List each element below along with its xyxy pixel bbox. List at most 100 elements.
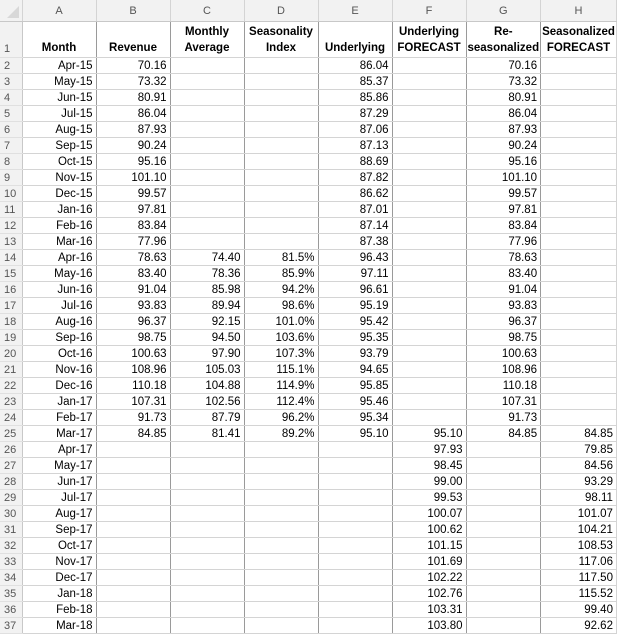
cell-seasonalized-forecast[interactable]: 104.21 (540, 521, 617, 538)
cell-reseasonalized[interactable] (466, 441, 542, 458)
cell-monthly-average[interactable] (170, 89, 245, 106)
cell-underlying-forecast[interactable]: 102.22 (392, 569, 467, 586)
row-number[interactable]: 6 (0, 121, 23, 138)
cell-monthly-average[interactable] (170, 121, 245, 138)
row-number[interactable]: 7 (0, 137, 23, 154)
cell-seasonality-index[interactable]: 96.2% (244, 409, 319, 426)
cell-month[interactable]: Nov-16 (22, 361, 97, 378)
cell-monthly-average[interactable] (170, 105, 245, 122)
cell-underlying[interactable]: 86.04 (318, 57, 393, 74)
cell-seasonalized-forecast[interactable] (540, 313, 617, 330)
cell-monthly-average[interactable]: 74.40 (170, 249, 245, 266)
cell-monthly-average[interactable] (170, 601, 245, 618)
cell-reseasonalized[interactable]: 95.16 (466, 153, 542, 170)
cell-underlying[interactable]: 95.46 (318, 393, 393, 410)
row-number[interactable]: 5 (0, 105, 23, 122)
cell-reseasonalized[interactable]: 99.57 (466, 185, 542, 202)
cell-month[interactable]: Aug-15 (22, 121, 97, 138)
cell-underlying[interactable] (318, 473, 393, 490)
cell-revenue[interactable]: 96.37 (96, 313, 171, 330)
cell-revenue[interactable]: 95.16 (96, 153, 171, 170)
cell-seasonalized-forecast[interactable]: 101.07 (540, 505, 617, 522)
cell-underlying[interactable]: 95.19 (318, 297, 393, 314)
row-number[interactable]: 25 (0, 425, 23, 442)
cell-reseasonalized[interactable] (466, 553, 542, 570)
cell-month[interactable]: Oct-15 (22, 153, 97, 170)
cell-month[interactable]: Oct-16 (22, 345, 97, 362)
cell-seasonalized-forecast[interactable]: 84.56 (540, 457, 617, 474)
cell-seasonalized-forecast[interactable] (540, 329, 617, 346)
row-number[interactable]: 13 (0, 233, 23, 250)
cell-month[interactable]: Aug-17 (22, 505, 97, 522)
cell-seasonalized-forecast[interactable]: 79.85 (540, 441, 617, 458)
row-number[interactable]: 31 (0, 521, 23, 538)
cell-underlying-forecast[interactable]: 97.93 (392, 441, 467, 458)
row-number[interactable]: 15 (0, 265, 23, 282)
cell-seasonality-index[interactable] (244, 585, 319, 602)
cell-reseasonalized[interactable]: 91.04 (466, 281, 542, 298)
cell-seasonality-index[interactable] (244, 233, 319, 250)
cell-monthly-average[interactable]: 81.41 (170, 425, 245, 442)
cell-underlying[interactable]: 87.29 (318, 105, 393, 122)
cell-seasonalized-forecast[interactable] (540, 137, 617, 154)
cell-monthly-average[interactable] (170, 137, 245, 154)
header-cell-month[interactable]: Month (22, 21, 97, 58)
cell-underlying-forecast[interactable]: 103.31 (392, 601, 467, 618)
cell-reseasonalized[interactable]: 96.37 (466, 313, 542, 330)
cell-seasonalized-forecast[interactable] (540, 185, 617, 202)
cell-seasonality-index[interactable] (244, 441, 319, 458)
cell-underlying[interactable]: 87.14 (318, 217, 393, 234)
cell-seasonalized-forecast[interactable] (540, 121, 617, 138)
cell-seasonality-index[interactable] (244, 617, 319, 634)
cell-underlying-forecast[interactable]: 103.80 (392, 617, 467, 634)
cell-reseasonalized[interactable] (466, 505, 542, 522)
cell-seasonalized-forecast[interactable]: 117.50 (540, 569, 617, 586)
cell-seasonalized-forecast[interactable]: 84.85 (540, 425, 617, 442)
cell-seasonality-index[interactable] (244, 121, 319, 138)
cell-seasonalized-forecast[interactable]: 115.52 (540, 585, 617, 602)
cell-monthly-average[interactable]: 87.79 (170, 409, 245, 426)
cell-revenue[interactable]: 101.10 (96, 169, 171, 186)
cell-monthly-average[interactable]: 85.98 (170, 281, 245, 298)
cell-month[interactable]: Nov-15 (22, 169, 97, 186)
row-number[interactable]: 16 (0, 281, 23, 298)
cell-underlying[interactable]: 96.61 (318, 281, 393, 298)
cell-seasonalized-forecast[interactable] (540, 89, 617, 106)
cell-reseasonalized[interactable] (466, 521, 542, 538)
cell-month[interactable]: May-17 (22, 457, 97, 474)
cell-reseasonalized[interactable]: 98.75 (466, 329, 542, 346)
column-header-g[interactable]: G (466, 0, 542, 22)
row-number[interactable]: 36 (0, 601, 23, 618)
cell-seasonality-index[interactable] (244, 505, 319, 522)
cell-seasonality-index[interactable]: 98.6% (244, 297, 319, 314)
cell-revenue[interactable] (96, 569, 171, 586)
row-number[interactable]: 14 (0, 249, 23, 266)
cell-reseasonalized[interactable] (466, 537, 542, 554)
cell-underlying[interactable] (318, 585, 393, 602)
cell-month[interactable]: Dec-16 (22, 377, 97, 394)
cell-underlying-forecast[interactable]: 99.00 (392, 473, 467, 490)
cell-seasonality-index[interactable] (244, 569, 319, 586)
cell-revenue[interactable]: 80.91 (96, 89, 171, 106)
cell-revenue[interactable]: 73.32 (96, 73, 171, 90)
cell-seasonalized-forecast[interactable]: 99.40 (540, 601, 617, 618)
cell-monthly-average[interactable] (170, 73, 245, 90)
cell-monthly-average[interactable] (170, 569, 245, 586)
cell-underlying-forecast[interactable] (392, 121, 467, 138)
cell-underlying-forecast[interactable] (392, 345, 467, 362)
cell-reseasonalized[interactable] (466, 457, 542, 474)
row-number[interactable]: 3 (0, 73, 23, 90)
cell-underlying-forecast[interactable] (392, 233, 467, 250)
cell-seasonalized-forecast[interactable] (540, 105, 617, 122)
cell-seasonality-index[interactable] (244, 489, 319, 506)
row-number[interactable]: 32 (0, 537, 23, 554)
cell-underlying-forecast[interactable] (392, 409, 467, 426)
cell-seasonality-index[interactable] (244, 473, 319, 490)
header-cell-monthly-average[interactable]: Monthly Average (170, 21, 245, 58)
cell-reseasonalized[interactable]: 101.10 (466, 169, 542, 186)
cell-underlying[interactable]: 95.42 (318, 313, 393, 330)
cell-reseasonalized[interactable] (466, 601, 542, 618)
cell-reseasonalized[interactable]: 73.32 (466, 73, 542, 90)
cell-month[interactable]: May-15 (22, 73, 97, 90)
cell-underlying-forecast[interactable] (392, 329, 467, 346)
